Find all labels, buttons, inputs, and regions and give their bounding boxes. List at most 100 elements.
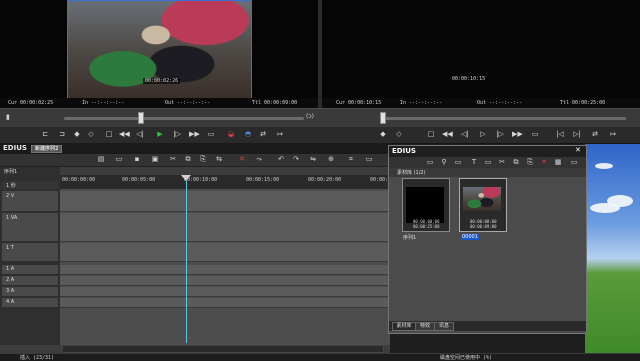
save-project-icon[interactable]: ▪: [132, 155, 142, 164]
mode-icon[interactable]: ▣: [150, 155, 160, 164]
rec-next-edit-icon[interactable]: ▷|: [572, 130, 582, 139]
rec-loop-icon[interactable]: ▭: [530, 130, 540, 139]
rec-play-icon[interactable]: ▷: [478, 130, 488, 139]
track-lanes: [60, 189, 390, 345]
clip-thumbnail: [463, 187, 501, 211]
delete-clip-icon[interactable]: ✕: [539, 158, 549, 167]
track-header[interactable]: 1 T: [2, 243, 58, 262]
bin-clip[interactable]: 00:00:00:00 00:00:25:00: [402, 178, 450, 232]
rec-set-in-icon[interactable]: ◆: [378, 130, 388, 139]
track-header[interactable]: 1 VA: [2, 213, 58, 242]
new-sequence-icon[interactable]: ▤: [96, 155, 106, 164]
track-header[interactable]: 2 V: [2, 191, 58, 212]
output-icon[interactable]: ↦: [275, 130, 285, 139]
track-header[interactable]: 4 A: [2, 298, 58, 308]
player-scrub-track[interactable]: [64, 117, 304, 120]
redo-icon[interactable]: ↷: [291, 155, 301, 164]
recorder-out: Out --:--:--:--: [477, 100, 523, 106]
clip-duration: 00:00:25:00: [413, 224, 440, 229]
rec-step-back-icon[interactable]: ◁|: [460, 130, 470, 139]
undo-icon[interactable]: ↶: [276, 155, 286, 164]
paste-icon[interactable]: ⎘: [198, 155, 208, 164]
track-lane[interactable]: [60, 298, 390, 308]
player-scrub-handle[interactable]: [138, 112, 144, 124]
track-header[interactable]: 3 A: [2, 287, 58, 297]
copy-icon[interactable]: ⧉: [183, 155, 193, 164]
timeline-ruler[interactable]: 00:00:00:00 00:00:05:00 00:00:10:00 00:0…: [60, 175, 394, 189]
track-lane[interactable]: [60, 243, 390, 262]
track-header[interactable]: 1 秒: [2, 181, 58, 190]
player-mark-icon[interactable]: ▮: [6, 113, 14, 121]
delete-icon[interactable]: ✕: [237, 155, 247, 164]
track-lane[interactable]: [60, 287, 390, 297]
ruler-label: 00:00:15:00: [246, 177, 280, 183]
sync-lock-icon[interactable]: ⇋: [308, 155, 318, 164]
cut-clip-icon[interactable]: ✂: [497, 158, 507, 167]
ripple-icon[interactable]: ⤳: [254, 155, 264, 164]
match-frame-icon[interactable]: ⇄: [258, 130, 268, 139]
bin-clip[interactable]: 00:00:00:00 00:00:09:00: [459, 178, 507, 232]
rec-rewind-icon[interactable]: ◀◀: [442, 130, 453, 139]
tab-effects[interactable]: 特效: [415, 322, 435, 331]
rec-fast-forward-icon[interactable]: ▶▶: [512, 130, 523, 139]
view-icon[interactable]: ▦: [553, 158, 563, 167]
recorder-scrub-handle[interactable]: [380, 112, 386, 124]
tab-bin[interactable]: 素材库: [392, 322, 416, 331]
fast-forward-icon[interactable]: ▶▶: [189, 130, 200, 139]
bin-tabs: 素材库 特效 讯息: [389, 321, 586, 331]
insert-icon[interactable]: ◒: [226, 130, 236, 139]
rec-set-out-icon[interactable]: ◇: [394, 130, 404, 139]
sequence-tab[interactable]: 新建序列2: [31, 145, 63, 153]
play-icon[interactable]: ▶: [155, 130, 165, 139]
bin-toolbar: ▭ ⚲ ▭ T ▭ ✂ ⧉ ⎘ ✕ ▦ ▭: [389, 157, 586, 168]
bin-folder[interactable]: 素材库 (1/2): [397, 169, 426, 176]
folder-icon[interactable]: ▭: [425, 158, 435, 167]
rec-stop-icon[interactable]: □: [426, 130, 436, 139]
step-forward-icon[interactable]: |▷: [172, 130, 182, 139]
rec-output-icon[interactable]: ⇄: [590, 130, 600, 139]
timeline-scrollbar[interactable]: [62, 345, 384, 353]
recorder-monitor[interactable]: 00:00:10:15 Cur 00:00:10:15 In --:--:--:…: [322, 0, 640, 108]
clip-name[interactable]: 00001: [461, 234, 479, 240]
loop-play-icon[interactable]: ▭: [206, 130, 216, 139]
title-icon[interactable]: T: [469, 158, 479, 167]
search-icon[interactable]: ⚲: [439, 158, 449, 167]
add-marker-icon[interactable]: ⊕: [326, 155, 336, 164]
new-clip-icon[interactable]: ▭: [483, 158, 493, 167]
track-lane[interactable]: [60, 276, 390, 286]
playhead-line: [186, 181, 187, 343]
cut-icon[interactable]: ✂: [168, 155, 178, 164]
open-project-icon[interactable]: ▭: [114, 155, 124, 164]
track-lane[interactable]: [60, 213, 390, 242]
player-monitor[interactable]: 00:00:02:26 Cur 00:00:02:25 In --:--:--:…: [0, 0, 318, 108]
loop-icon[interactable]: (ↄ): [306, 113, 316, 121]
track-header[interactable]: 2 A: [2, 276, 58, 286]
rec-prev-edit-icon[interactable]: |◁: [555, 130, 565, 139]
track-lane[interactable]: [60, 265, 390, 275]
up-folder-icon[interactable]: ▭: [453, 158, 463, 167]
track-lane[interactable]: [60, 191, 390, 212]
tab-info[interactable]: 讯息: [434, 322, 454, 331]
stop-icon[interactable]: □: [104, 130, 114, 139]
timeline-window: EDIUS 新建序列2 ▤ ▭ ▪ ▣ ✂ ⧉ ⎘ ⇆ ✕ ⤳ ↶ ↷ ⇋ ⊕ …: [0, 143, 394, 355]
rec-step-forward-icon[interactable]: |▷: [495, 130, 505, 139]
track-header[interactable]: 1 A: [2, 265, 58, 275]
clear-in-icon[interactable]: ◆: [72, 130, 82, 139]
overwrite-icon[interactable]: ◓: [243, 130, 253, 139]
clear-out-icon[interactable]: ◇: [86, 130, 96, 139]
replace-icon[interactable]: ⇆: [214, 155, 224, 164]
bin-menu-icon[interactable]: ▭: [569, 158, 579, 167]
set-in-icon[interactable]: ⊏: [40, 130, 50, 139]
rewind-icon[interactable]: ◀◀: [119, 130, 130, 139]
rec-export-icon[interactable]: ↦: [608, 130, 618, 139]
recorder-scrub-track[interactable]: [382, 117, 626, 120]
copy-clip-icon[interactable]: ⧉: [511, 158, 521, 167]
clip-name[interactable]: 序列1: [403, 234, 416, 241]
close-icon[interactable]: ✕: [575, 146, 581, 154]
snap-icon[interactable]: ⌗: [346, 155, 356, 164]
render-icon[interactable]: ▭: [364, 155, 374, 164]
paste-clip-icon[interactable]: ⎘: [525, 158, 535, 167]
step-back-icon[interactable]: ◁|: [135, 130, 145, 139]
clip-duration: 00:00:09:00: [470, 224, 497, 229]
set-out-icon[interactable]: ⊐: [57, 130, 67, 139]
